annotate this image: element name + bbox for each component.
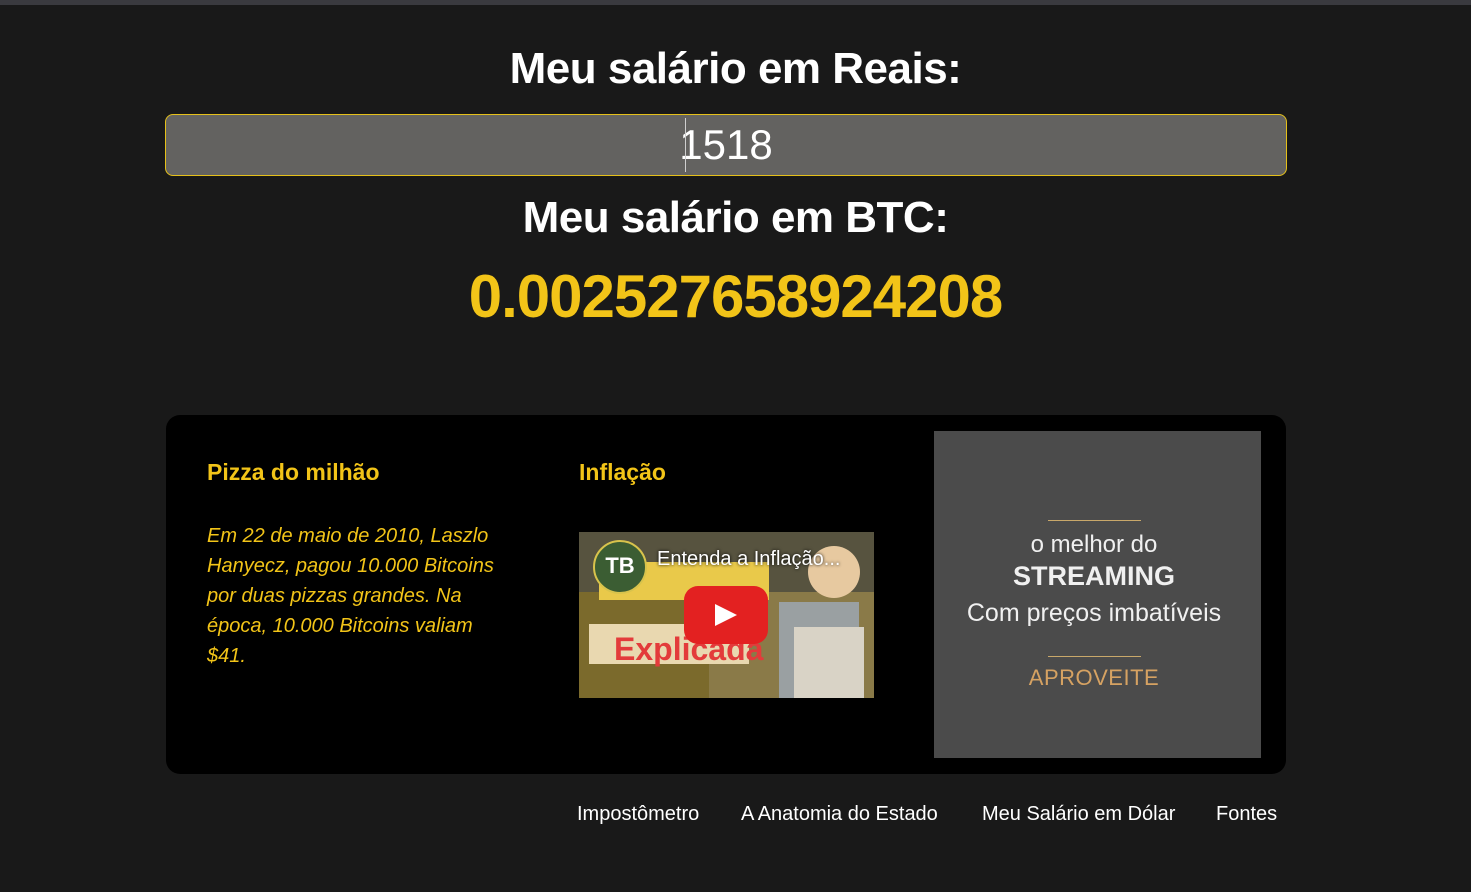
streaming-ad-banner[interactable]: o melhor do STREAMING Com preços imbatív… [934,431,1261,758]
ad-line-1: o melhor do [1030,531,1158,558]
ad-divider-top [1048,520,1141,521]
browser-top-bar [0,0,1471,5]
ad-line-3: Com preços imbatíveis [966,599,1222,627]
footer-link-anatomia[interactable]: A Anatomia do Estado [741,803,938,826]
btc-result-value: 0.002527658924208 [468,263,1004,330]
inflacao-title: Inflação [579,459,666,485]
reais-label: Meu salário em Reais: [509,44,962,93]
footer-link-impostometro[interactable]: Impostômetro [577,803,699,826]
salary-input[interactable] [165,114,1287,176]
video-title[interactable]: Entenda a Inflação... [657,548,840,571]
play-icon [715,604,737,626]
btc-label: Meu salário em BTC: [522,193,949,242]
play-button[interactable] [684,586,768,644]
footer-link-fontes[interactable]: Fontes [1216,803,1277,826]
channel-logo: TB [593,540,647,594]
ad-cta[interactable]: APROVEITE [934,665,1254,691]
ad-divider-mid [1048,656,1141,657]
pizza-text: Em 22 de maio de 2010, Laszlo Hanyecz, p… [207,525,494,667]
text-caret [685,118,686,172]
inflation-video-embed[interactable]: Explicada TB Entenda a Inflação... [579,532,874,698]
footer-link-salario-dolar[interactable]: Meu Salário em Dólar [982,803,1175,826]
ad-line-2: STREAMING [1013,561,1175,591]
pizza-title: Pizza do milhão [207,459,380,485]
